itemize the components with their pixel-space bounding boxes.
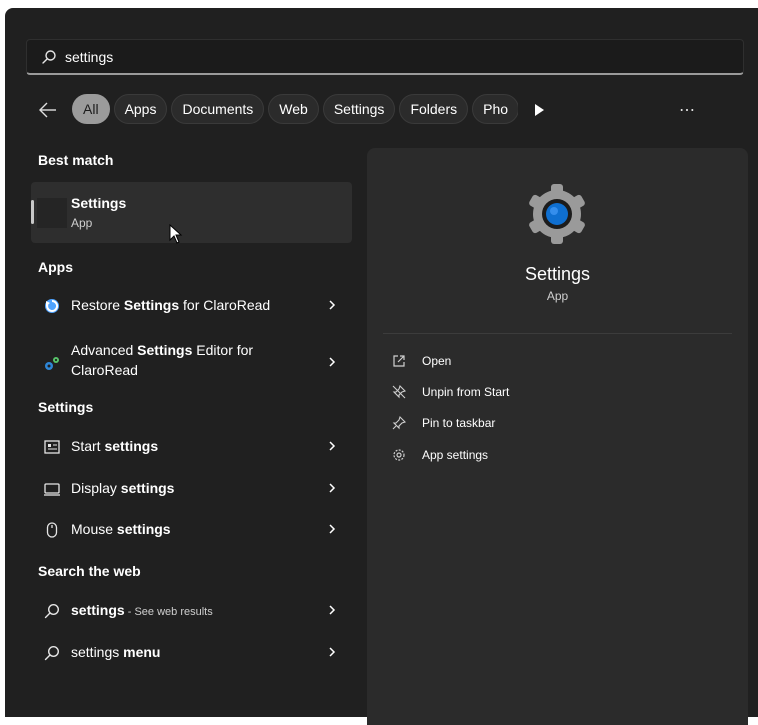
detail-divider (383, 333, 732, 334)
more-options-icon[interactable]: ⋯ (675, 100, 699, 120)
filter-documents[interactable]: Documents (171, 94, 265, 124)
web-result-settings-menu[interactable]: settings menu (31, 634, 352, 670)
detail-subtitle: App (546, 289, 569, 303)
best-match-type: App (71, 216, 93, 230)
best-match-heading: Best match (38, 152, 114, 168)
search-icon (44, 645, 60, 661)
chevron-right-icon (329, 524, 336, 534)
action-pin-taskbar[interactable]: Pin to taskbar (391, 411, 721, 435)
selection-indicator (31, 200, 34, 224)
setting-display[interactable]: Display settings (31, 470, 352, 506)
filter-apps[interactable]: Apps (113, 94, 168, 124)
settings-gear-icon (529, 184, 585, 244)
settings-heading: Settings (38, 399, 94, 415)
mouse-icon (46, 522, 58, 538)
action-unpin-start[interactable]: Unpin from Start (391, 380, 721, 404)
app-advanced-settings-editor[interactable]: Advanced Settings Editor for ClaroRead (31, 338, 352, 386)
action-app-settings[interactable]: App settings (391, 443, 721, 467)
app-advanced-settings-label: Advanced Settings Editor for ClaroRead (71, 342, 254, 378)
chevron-right-icon (329, 300, 336, 310)
filter-web[interactable]: Web (268, 94, 319, 124)
chevron-right-icon (329, 647, 336, 657)
gear-icon (393, 449, 405, 461)
filter-settings[interactable]: Settings (322, 94, 396, 124)
app-restore-settings-label: Restore Settings for ClaroRead (71, 297, 271, 313)
chevron-right-icon (329, 357, 336, 367)
search-box[interactable] (26, 39, 744, 75)
action-pin-taskbar-label: Pin to taskbar (422, 416, 496, 430)
best-match-settings[interactable]: Settings App (31, 182, 352, 243)
action-app-settings-label: App settings (422, 448, 489, 462)
detail-title: Settings (524, 264, 591, 284)
back-arrow-icon[interactable] (37, 99, 59, 121)
scroll-right-icon[interactable] (533, 103, 545, 117)
chevron-right-icon (329, 605, 336, 615)
filter-all[interactable]: All (72, 94, 110, 124)
settings-app-icon (37, 198, 67, 228)
pin-icon (392, 415, 407, 430)
filter-folders[interactable]: Folders (399, 94, 469, 124)
chevron-right-icon (329, 441, 336, 451)
action-unpin-start-label: Unpin from Start (422, 385, 510, 399)
setting-start[interactable]: Start settings (31, 428, 352, 464)
restore-icon (45, 299, 59, 313)
setting-mouse[interactable]: Mouse settings (31, 511, 352, 547)
web-result-settings-menu-label: settings menu (71, 644, 161, 660)
web-result-settings[interactable]: settings - See web results (31, 592, 352, 628)
start-search-panel: All Apps Documents Web Settings Folders … (5, 8, 758, 725)
web-result-settings-label: settings - See web results (71, 602, 213, 618)
search-web-heading: Search the web (38, 563, 141, 579)
advanced-settings-icon (45, 357, 59, 370)
search-icon (42, 49, 56, 64)
start-icon (44, 440, 60, 454)
filter-bar: All Apps Documents Web Settings Folders … (5, 94, 758, 126)
setting-mouse-label: Mouse settings (71, 521, 171, 537)
action-open-label: Open (422, 354, 452, 368)
app-restore-settings[interactable]: Restore Settings for ClaroRead (31, 287, 352, 323)
mouse-cursor-icon (169, 224, 183, 244)
filter-photos[interactable]: Pho (472, 94, 518, 124)
display-icon (44, 483, 60, 496)
open-external-icon (393, 355, 405, 367)
action-open[interactable]: Open (391, 349, 721, 373)
search-input[interactable] (65, 48, 665, 65)
filter-chips: All Apps Documents Web Settings Folders … (72, 94, 518, 124)
setting-display-label: Display settings (71, 480, 175, 496)
detail-pane: Settings App Open Unpin from Start Pin t… (367, 148, 748, 725)
unpin-icon (392, 384, 407, 399)
best-match-name: Settings (71, 195, 127, 211)
setting-start-label: Start settings (71, 438, 159, 454)
chevron-right-icon (329, 483, 336, 493)
search-icon (44, 603, 60, 619)
apps-heading: Apps (38, 259, 73, 275)
